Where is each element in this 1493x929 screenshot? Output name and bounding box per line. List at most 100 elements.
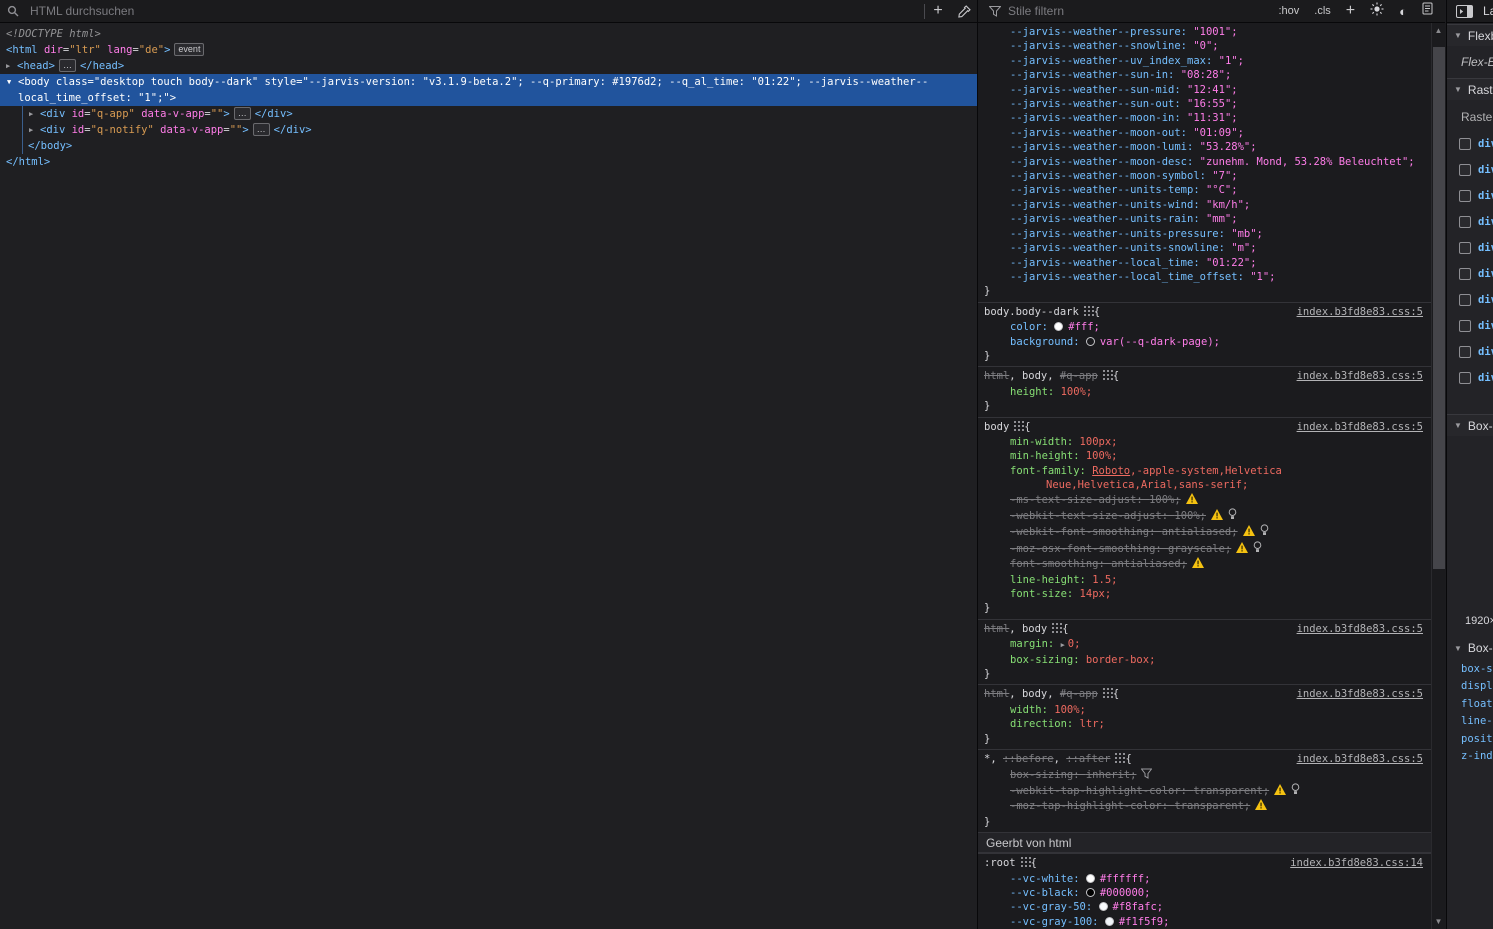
property-name[interactable]: --vc-gray-100:	[1010, 916, 1105, 928]
css-declaration[interactable]: -moz-tap-highlight-color: transparent;	[978, 799, 1431, 814]
markup-line[interactable]: local_time_offset: "1";">	[0, 90, 977, 106]
property-value[interactable]: 100%;	[1174, 510, 1206, 522]
css-declaration[interactable]: direction: ltr;	[978, 717, 1431, 731]
property-name[interactable]: --jarvis--weather--moon-in:	[1010, 112, 1187, 124]
property-value[interactable]: var(--q-dark-page);	[1100, 336, 1220, 348]
property-value[interactable]: "16:55";	[1187, 98, 1238, 110]
grid-overlay-checkbox[interactable]	[1459, 190, 1471, 202]
rule-selector[interactable]: body.body--dark{index.b3fd8e83.css:5	[978, 305, 1431, 320]
css-declaration[interactable]: --jarvis--weather--moon-in: "11:31";	[978, 111, 1431, 125]
flexbox-section-header[interactable]: ▼ Flexbox	[1447, 24, 1493, 46]
search-input[interactable]	[26, 4, 924, 18]
flex-item-row[interactable]: Flex-Elemente	[1447, 50, 1493, 74]
property-name[interactable]: font-family:	[1010, 465, 1092, 477]
property-value[interactable]: "11:31";	[1187, 112, 1238, 124]
markup-line[interactable]: ▶<head>…</head>	[0, 58, 977, 74]
grid-section-header[interactable]: ▼ Raster	[1447, 78, 1493, 100]
stylesheet-link[interactable]: index.b3fd8e83.css:5	[1297, 305, 1423, 319]
property-name[interactable]: --jarvis--weather--units-pressure:	[1010, 228, 1231, 240]
property-value[interactable]: "m";	[1231, 242, 1256, 254]
css-declaration[interactable]: box-sizing: inherit;	[978, 768, 1431, 783]
css-declaration[interactable]: --jarvis--weather--units-rain: "mm";	[978, 212, 1431, 226]
stylesheet-link[interactable]: index.b3fd8e83.css:5	[1297, 369, 1423, 383]
property-name[interactable]: --jarvis--weather--sun-out:	[1010, 98, 1187, 110]
css-declaration[interactable]: --jarvis--weather--snowline: "0";	[978, 39, 1431, 53]
property-name[interactable]: --jarvis--weather--moon-desc:	[1010, 156, 1200, 168]
twisty-collapsed-icon[interactable]: ▶	[29, 106, 33, 122]
property-value[interactable]: "°C";	[1206, 184, 1238, 196]
markup-line[interactable]: </html>	[0, 154, 977, 170]
markup-line[interactable]: </body>	[0, 138, 977, 154]
grid-element-link[interactable]: div	[1478, 242, 1493, 254]
property-value[interactable]: 100px;	[1080, 436, 1118, 448]
css-declaration[interactable]: font-family: Roboto,-apple-system,Helvet…	[978, 464, 1431, 493]
css-declaration[interactable]: --jarvis--weather--moon-symbol: "7";	[978, 169, 1431, 183]
layout-tab-label[interactable]: Layout	[1483, 4, 1493, 18]
rule-selector[interactable]: body{index.b3fd8e83.css:5	[978, 420, 1431, 435]
grid-element-link[interactable]: div	[1478, 294, 1493, 306]
property-name[interactable]: --jarvis--weather--uv_index_max:	[1010, 55, 1219, 67]
style-filter-input[interactable]	[1004, 4, 1269, 18]
grid-overlay-checkbox[interactable]	[1459, 294, 1471, 306]
property-value[interactable]: 1.5;	[1092, 574, 1117, 586]
property-name[interactable]: font-size:	[1010, 588, 1080, 600]
property-value[interactable]: transparent;	[1193, 785, 1269, 797]
markup-line[interactable]: <html dir="ltr" lang="de">event	[0, 42, 977, 58]
property-value[interactable]: "zunehm. Mond, 53.28% Beleuchtet";	[1200, 156, 1415, 168]
property-value[interactable]: 100%;	[1054, 704, 1086, 716]
twisty-expanded-icon[interactable]: ▼	[7, 74, 11, 90]
rules-scrollbar[interactable]: ▲ ▼	[1431, 23, 1445, 929]
color-swatch[interactable]	[1105, 917, 1114, 926]
property-name[interactable]: --jarvis--weather--sun-in:	[1010, 69, 1181, 81]
css-declaration[interactable]: line-height: 1.5;	[978, 573, 1431, 587]
toggle-pane-icon[interactable]	[1453, 1, 1475, 22]
property-name[interactable]: height:	[1010, 386, 1061, 398]
property-name[interactable]: -webkit-tap-highlight-color:	[1010, 785, 1193, 797]
css-declaration[interactable]: --vc-gray-50: #f8fafc;	[978, 900, 1431, 914]
color-swatch[interactable]	[1099, 902, 1108, 911]
property-name[interactable]: --jarvis--weather--pressure:	[1010, 26, 1193, 38]
grid-overlay-checkbox[interactable]	[1459, 216, 1471, 228]
grid-element-link[interactable]: div	[1478, 190, 1493, 202]
css-declaration[interactable]: min-width: 100px;	[978, 435, 1431, 449]
css-declaration[interactable]: -moz-osx-font-smoothing: grayscale;	[978, 541, 1431, 557]
property-value[interactable]: #f8fafc;	[1113, 901, 1164, 913]
grid-overlay-checkbox[interactable]	[1459, 346, 1471, 358]
property-value[interactable]: "1";	[1219, 55, 1244, 67]
property-name[interactable]: --vc-white:	[1010, 873, 1086, 885]
property-name[interactable]: background:	[1010, 336, 1086, 348]
css-declaration[interactable]: width: 100%;	[978, 703, 1431, 717]
property-value[interactable]: border-box;	[1086, 654, 1156, 666]
property-name[interactable]: --jarvis--weather--units-snowline:	[1010, 242, 1231, 254]
property-value[interactable]: 100%;	[1149, 494, 1181, 506]
css-declaration[interactable]: --jarvis--weather--local_time_offset: "1…	[978, 270, 1431, 284]
rule-selector[interactable]: :root{index.b3fd8e83.css:14	[978, 856, 1431, 871]
css-declaration[interactable]: --vc-white: #ffffff;	[978, 872, 1431, 886]
twisty-collapsed-icon[interactable]: ▶	[6, 58, 10, 74]
box-model-section-header[interactable]: ▼ Box-Modell	[1447, 414, 1493, 436]
css-declaration[interactable]: -webkit-text-size-adjust: 100%;	[978, 508, 1431, 524]
property-value[interactable]: "7";	[1212, 170, 1237, 182]
property-name[interactable]: font-smoothing:	[1010, 558, 1111, 570]
css-declaration[interactable]: --jarvis--weather--moon-desc: "zunehm. M…	[978, 155, 1431, 169]
class-toggle-button[interactable]: .cls	[1314, 5, 1331, 17]
property-name[interactable]: line-height:	[1010, 574, 1092, 586]
property-value[interactable]: 100%;	[1061, 386, 1093, 398]
css-declaration[interactable]: --jarvis--weather--sun-out: "16:55";	[978, 97, 1431, 111]
property-value[interactable]: antialiased;	[1162, 526, 1238, 538]
css-declaration[interactable]: --jarvis--weather--moon-lumi: "53.28%";	[978, 140, 1431, 154]
css-declaration[interactable]: --jarvis--weather--sun-in: "08:28";	[978, 68, 1431, 82]
expand-children-badge[interactable]: …	[59, 59, 76, 72]
color-swatch[interactable]	[1086, 888, 1095, 897]
grid-element-link[interactable]: div	[1478, 138, 1493, 150]
property-name[interactable]: min-width:	[1010, 436, 1080, 448]
grid-element-link[interactable]: div	[1478, 216, 1493, 228]
css-declaration[interactable]: --jarvis--weather--units-temp: "°C";	[978, 183, 1431, 197]
grid-overlay-checkbox[interactable]	[1459, 242, 1471, 254]
property-name[interactable]: -moz-osx-font-smoothing:	[1010, 543, 1168, 555]
add-rule-button[interactable]: +	[1346, 3, 1355, 19]
css-declaration[interactable]: color: #fff;	[978, 320, 1431, 334]
property-name[interactable]: width:	[1010, 704, 1054, 716]
property-value[interactable]: #f1f5f9;	[1119, 916, 1170, 928]
property-value[interactable]: "km/h";	[1206, 199, 1250, 211]
